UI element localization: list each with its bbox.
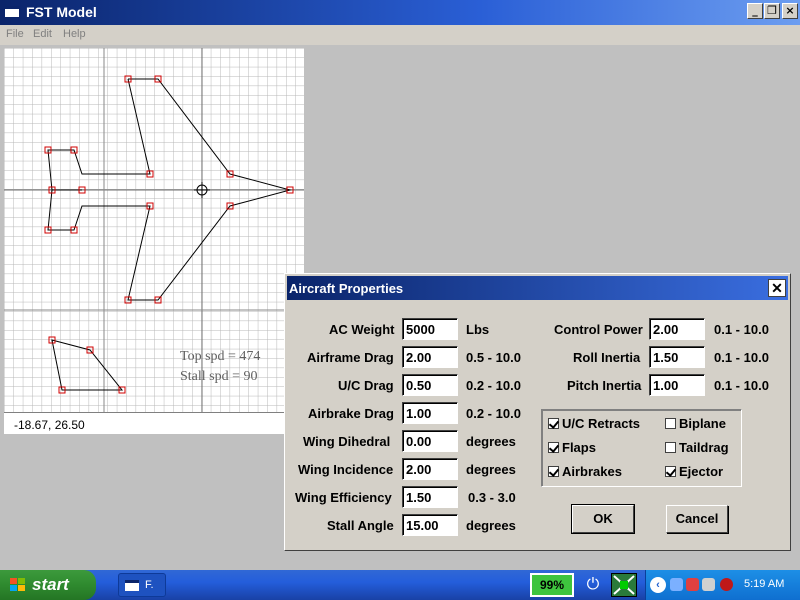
- airbrakes-checkbox[interactable]: Airbrakes: [548, 464, 622, 479]
- uc-drag-field[interactable]: 0.50: [402, 374, 458, 396]
- window-title: FST Model: [26, 4, 97, 20]
- pitch-inertia-range: 0.1 - 10.0: [714, 378, 769, 393]
- airframe-drag-field[interactable]: 2.00: [402, 346, 458, 368]
- tray-security-icon[interactable]: [686, 578, 699, 591]
- coordinate-text: -18.67, 26.50: [14, 418, 85, 432]
- menu-edit[interactable]: Edit: [33, 28, 52, 40]
- network-status-icon[interactable]: [611, 573, 637, 597]
- airframe-drag-label: Airframe Drag: [307, 350, 394, 365]
- wing-efficiency-label: Wing Efficiency: [295, 490, 392, 505]
- window-icon: [125, 580, 139, 591]
- wing-dihedral-label: Wing Dihedral: [303, 434, 390, 449]
- wing-dihedral-range: degrees: [466, 434, 516, 449]
- minimize-button[interactable]: _: [747, 3, 763, 19]
- app-icon: [4, 6, 20, 18]
- wing-efficiency-field[interactable]: 1.50: [402, 486, 458, 508]
- checkbox-checked-icon: [548, 442, 559, 453]
- dialog-close-button[interactable]: ✕: [768, 279, 786, 297]
- window-title-bar[interactable]: FST Model _ ❐ ×: [0, 0, 800, 25]
- checkbox-checked-icon: [548, 466, 559, 477]
- top-speed-text: Top spd = 474: [180, 349, 260, 364]
- cancel-button[interactable]: Cancel: [666, 505, 728, 533]
- control-power-field[interactable]: 2.00: [649, 318, 705, 340]
- roll-inertia-range: 0.1 - 10.0: [714, 350, 769, 365]
- dialog-title: Aircraft Properties: [289, 281, 403, 296]
- power-plug-icon[interactable]: ⏻: [578, 573, 608, 597]
- taildrag-checkbox[interactable]: Taildrag: [665, 440, 729, 455]
- chevron-left-icon[interactable]: ‹: [650, 577, 666, 593]
- dialog-title-bar[interactable]: Aircraft Properties ✕: [287, 276, 788, 300]
- uc-drag-range: 0.2 - 10.0: [466, 378, 521, 393]
- start-button[interactable]: start: [0, 570, 96, 600]
- checkbox-unchecked-icon: [665, 442, 676, 453]
- ac-weight-field[interactable]: 5000: [402, 318, 458, 340]
- pitch-inertia-field[interactable]: 1.00: [649, 374, 705, 396]
- ok-button[interactable]: OK: [572, 505, 634, 533]
- roll-inertia-field[interactable]: 1.50: [649, 346, 705, 368]
- wing-efficiency-range: 0.3 - 3.0: [468, 490, 516, 505]
- aircraft-properties-dialog: Aircraft Properties ✕ AC Weight 5000 Lbs…: [284, 273, 791, 551]
- menu-file[interactable]: File: [6, 28, 24, 40]
- battery-indicator[interactable]: 99%: [530, 573, 574, 597]
- checkbox-unchecked-icon: [665, 418, 676, 429]
- options-group: U/C Retracts Biplane Flaps Taildrag Airb…: [541, 409, 742, 487]
- wing-dihedral-field[interactable]: 0.00: [402, 430, 458, 452]
- checkbox-checked-icon: [665, 466, 676, 477]
- clock[interactable]: 5:19 AM: [744, 578, 784, 590]
- flaps-checkbox[interactable]: Flaps: [548, 440, 596, 455]
- uc-drag-label: U/C Drag: [338, 378, 394, 393]
- taskbar: start F. 99% ⏻ ‹ 5:19 AM: [0, 570, 800, 600]
- airbrake-drag-label: Airbrake Drag: [308, 406, 394, 421]
- control-power-range: 0.1 - 10.0: [714, 322, 769, 337]
- stall-angle-label: Stall Angle: [327, 518, 394, 533]
- restore-button[interactable]: ❐: [764, 3, 780, 19]
- coordinate-readout: -18.67, 26.50: [4, 412, 284, 434]
- taskbar-window-label: F.: [145, 579, 154, 591]
- stall-speed-text: Stall spd = 90: [180, 369, 258, 384]
- stall-angle-field[interactable]: 15.00: [402, 514, 458, 536]
- system-tray: ‹ 5:19 AM: [645, 570, 800, 600]
- airbrake-drag-range: 0.2 - 10.0: [466, 406, 521, 421]
- airframe-drag-range: 0.5 - 10.0: [466, 350, 521, 365]
- wing-incidence-field[interactable]: 2.00: [402, 458, 458, 480]
- uc-retracts-checkbox[interactable]: U/C Retracts: [548, 416, 640, 431]
- checkbox-checked-icon: [548, 418, 559, 429]
- aircraft-drawing[interactable]: Top spd = 474 Stall spd = 90: [4, 48, 304, 412]
- menu-help[interactable]: Help: [63, 28, 86, 40]
- wing-incidence-range: degrees: [466, 462, 516, 477]
- windows-logo-icon: [10, 578, 26, 592]
- control-power-label: Control Power: [554, 322, 643, 337]
- tray-volume-icon[interactable]: [702, 578, 715, 591]
- roll-inertia-label: Roll Inertia: [573, 350, 640, 365]
- pitch-inertia-label: Pitch Inertia: [567, 378, 641, 393]
- model-canvas[interactable]: Top spd = 474 Stall spd = 90: [4, 48, 304, 412]
- stall-angle-range: degrees: [466, 518, 516, 533]
- taskbar-window-button[interactable]: F.: [118, 573, 166, 597]
- ac-weight-range: Lbs: [466, 322, 489, 337]
- airbrake-drag-field[interactable]: 1.00: [402, 402, 458, 424]
- ejector-checkbox[interactable]: Ejector: [665, 464, 723, 479]
- wing-incidence-label: Wing Incidence: [298, 462, 393, 477]
- tray-alert-icon[interactable]: [720, 578, 733, 591]
- ac-weight-label: AC Weight: [329, 322, 394, 337]
- tray-app-icon[interactable]: [670, 578, 683, 591]
- menu-bar: File Edit Help: [0, 25, 800, 45]
- biplane-checkbox[interactable]: Biplane: [665, 416, 726, 431]
- start-label: start: [32, 575, 69, 595]
- close-button[interactable]: ×: [782, 3, 798, 19]
